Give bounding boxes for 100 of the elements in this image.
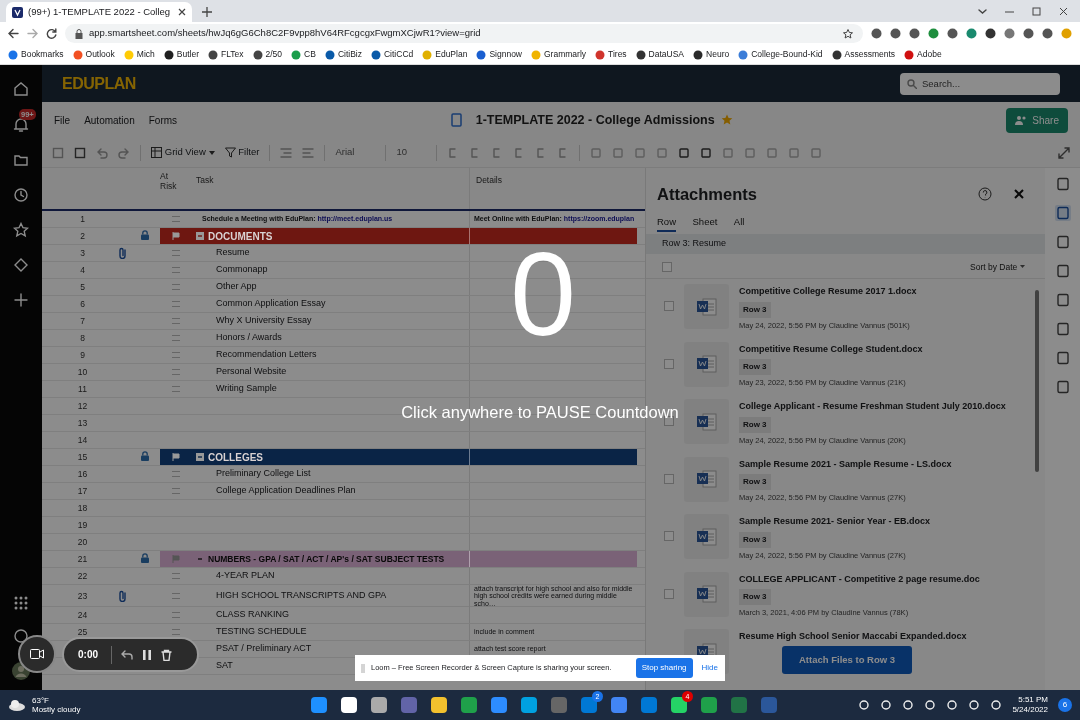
extension-icon[interactable] <box>1023 28 1034 39</box>
checkbox-icon[interactable] <box>172 301 180 307</box>
bookmark-link[interactable]: Assessments <box>844 48 896 61</box>
redo-icon[interactable] <box>118 146 130 159</box>
forward-icon[interactable] <box>27 28 38 39</box>
checkbox[interactable] <box>664 358 674 369</box>
bookmark-link[interactable]: Outlook <box>85 48 115 61</box>
file-name[interactable]: Competitive Resume College Student.docx <box>739 342 923 357</box>
checkbox-icon[interactable] <box>172 629 180 635</box>
filter-button[interactable]: Filter <box>224 145 260 160</box>
file-name[interactable]: College Applicant - Resume Freshman Student July 2010.docx <box>739 400 1006 414</box>
bookmark-link[interactable]: CitiBiz <box>337 48 362 61</box>
chevron-down-icon[interactable] <box>978 7 987 16</box>
file-name[interactable]: Competitive College Resume 2017 1.docx <box>739 285 917 299</box>
address-bar[interactable]: app.smartsheet.com/sheets/hwJq6gG6Ch8C2F9vpp8hV64RFcgcgxFwgmXCjwR1?view=grid <box>65 24 863 43</box>
collapse-icon[interactable] <box>196 232 204 240</box>
attach-button[interactable]: Attach Files to Row 3 <box>782 645 913 674</box>
extension-icon[interactable] <box>1042 28 1053 39</box>
undo-icon[interactable] <box>121 649 133 660</box>
checkbox-icon[interactable] <box>172 352 180 358</box>
checkbox-icon[interactable] <box>172 284 180 290</box>
folder-icon[interactable] <box>13 152 29 169</box>
checkbox-icon[interactable] <box>172 369 180 375</box>
extension-icon[interactable] <box>985 28 996 39</box>
panel-tab[interactable]: All <box>733 214 745 232</box>
collapse-icon[interactable] <box>196 453 204 461</box>
checkbox[interactable] <box>664 301 674 312</box>
app-icon[interactable] <box>428 694 450 716</box>
star-icon[interactable] <box>843 28 853 39</box>
plus-icon[interactable] <box>13 292 29 309</box>
menu-item[interactable]: Forms <box>148 112 178 128</box>
extension-icon[interactable] <box>947 28 958 39</box>
bookmark-link[interactable]: Bookmarks <box>21 48 64 61</box>
bookmark-link[interactable]: 2/50 <box>265 48 283 61</box>
panel-tab[interactable]: Row <box>657 214 676 232</box>
extension-icon[interactable] <box>871 28 882 39</box>
clock-icon[interactable] <box>13 187 29 204</box>
checkbox[interactable] <box>662 261 672 272</box>
stop-sharing-button[interactable]: Stop sharing <box>635 658 693 678</box>
file-name[interactable]: Sample Resume 2021 - Sample Resume - LS.docx <box>739 457 952 472</box>
bookmark-link[interactable]: DataUSA <box>648 48 685 61</box>
bookmark-link[interactable]: CitiCCd <box>383 48 414 61</box>
star-icon[interactable] <box>720 114 733 126</box>
checkbox-icon[interactable] <box>172 386 180 392</box>
search-field[interactable]: Search... <box>900 72 1060 95</box>
notification-count[interactable]: 6 <box>1058 698 1072 712</box>
help-icon[interactable] <box>978 187 992 202</box>
bookmark-link[interactable]: Mich <box>136 48 155 61</box>
close-icon[interactable] <box>1014 189 1024 200</box>
bookmark-link[interactable]: FLTex <box>221 48 244 61</box>
close-icon[interactable] <box>1059 7 1068 16</box>
menu-item[interactable]: File <box>54 112 71 128</box>
dim-overlay[interactable] <box>0 65 1080 690</box>
app-icon[interactable] <box>668 694 690 716</box>
bookmark-link[interactable]: EduPlan <box>435 48 468 61</box>
checkbox-icon[interactable] <box>172 267 180 273</box>
checkbox-icon[interactable] <box>172 471 180 477</box>
bookmark-link[interactable]: Signnow <box>489 48 522 61</box>
bookmark-link[interactable]: College-Bound-Kid <box>751 48 823 61</box>
new-tab-icon[interactable] <box>202 7 212 17</box>
size-dropdown[interactable]: 10 <box>396 145 427 160</box>
back-icon[interactable] <box>8 28 19 39</box>
menu-item[interactable]: Automation <box>84 112 135 128</box>
checkbox-icon[interactable] <box>172 250 180 256</box>
checkbox-icon[interactable] <box>172 335 180 341</box>
checkbox-icon[interactable] <box>172 488 180 494</box>
close-icon[interactable] <box>178 8 186 16</box>
app-icon[interactable] <box>578 694 600 716</box>
app-icon[interactable] <box>368 694 390 716</box>
sort-dropdown[interactable]: Sort by Date <box>970 260 1025 274</box>
app-icon[interactable] <box>338 694 360 716</box>
apps-grid-icon[interactable] <box>14 596 28 610</box>
view-dropdown[interactable]: Grid View <box>151 145 215 160</box>
bookmark-link[interactable]: CB <box>304 48 316 61</box>
checkbox[interactable] <box>664 531 674 542</box>
extension-icon[interactable] <box>909 28 920 39</box>
share-button[interactable]: Share <box>1006 107 1068 133</box>
file-name[interactable]: COLLEGE APPLICANT - Competitive 2 page resume.doc <box>739 572 980 587</box>
checkbox-icon[interactable] <box>172 318 180 324</box>
font-dropdown[interactable]: Arial <box>335 145 376 160</box>
home-icon[interactable] <box>13 81 29 97</box>
extension-icon[interactable] <box>890 28 901 39</box>
collapse-icon[interactable] <box>196 555 204 563</box>
pause-icon[interactable] <box>142 648 152 661</box>
bell-icon[interactable] <box>13 117 29 134</box>
bookmark-link[interactable]: Grammarly <box>544 48 587 61</box>
checkbox-icon[interactable] <box>172 573 180 579</box>
bookmark-link[interactable]: Neuro <box>706 48 730 61</box>
restore-icon[interactable] <box>1032 7 1041 16</box>
bookmark-link[interactable]: Butler <box>176 48 199 61</box>
checkbox-icon[interactable] <box>172 216 180 222</box>
expand-icon[interactable] <box>1058 146 1070 159</box>
bookmark-link[interactable]: Adobe <box>917 48 942 61</box>
reload-icon[interactable] <box>46 28 57 39</box>
panel-tab[interactable]: Sheet <box>692 214 718 232</box>
checkbox-icon[interactable] <box>172 593 180 599</box>
checkbox-icon[interactable] <box>172 612 180 618</box>
checkbox[interactable] <box>664 416 674 427</box>
checkbox[interactable] <box>664 473 674 484</box>
diamond-icon[interactable] <box>13 257 29 274</box>
